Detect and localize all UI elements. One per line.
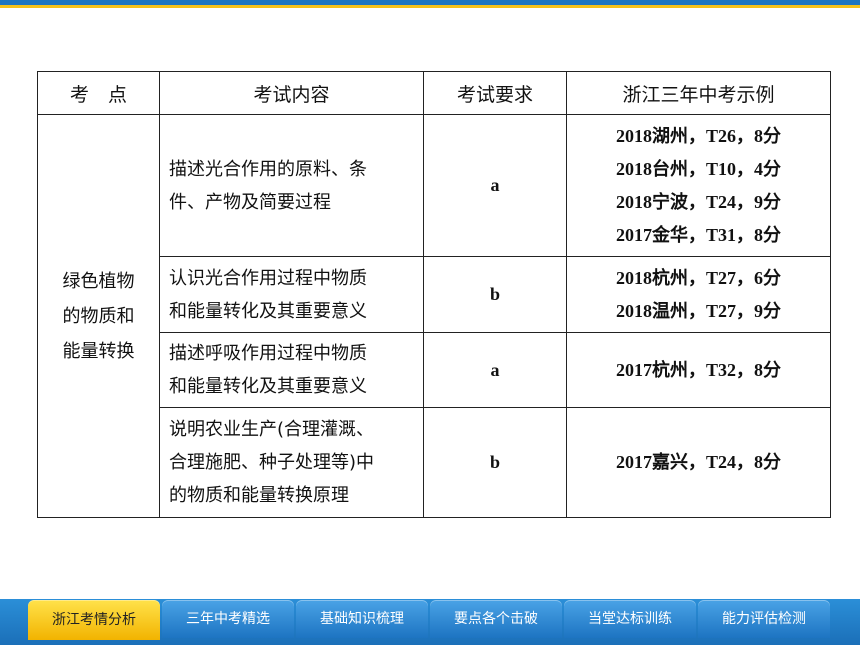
top-accent-bar <box>0 0 860 8</box>
content-line: 的物质和能量转换原理 <box>169 485 349 506</box>
tab-key-points[interactable]: 要点各个击破 <box>430 600 562 638</box>
requirement-cell: b <box>423 407 567 518</box>
example-line: 2017金华，T31，8分 <box>615 224 781 245</box>
content-line: 说明农业生产(合理灌溉、 <box>169 419 375 440</box>
examples-cell: 2018杭州，T27，6分 2018温州，T27，9分 <box>566 256 831 333</box>
content-cell: 描述光合作用的原料、条 件、产物及简要过程 <box>159 114 424 257</box>
examples-cell: 2018湖州，T26，8分 2018台州，T10，4分 2018宁波，T24，9… <box>566 114 831 257</box>
content-line: 描述呼吸作用过程中物质 <box>169 343 367 364</box>
tab-zhejiang-analysis[interactable]: 浙江考情分析 <box>28 600 160 640</box>
tab-basic-knowledge[interactable]: 基础知识梳理 <box>296 600 428 638</box>
header-topic: 考 点 <box>37 71 160 115</box>
example-line: 2018杭州，T27，6分 <box>615 267 781 288</box>
examples-cell: 2017杭州，T32，8分 <box>566 332 831 408</box>
requirement-cell: b <box>423 256 567 333</box>
requirement-cell: a <box>423 332 567 408</box>
content-line: 件、产物及简要过程 <box>169 191 331 213</box>
example-line: 2017杭州，T32，8分 <box>615 359 781 380</box>
content-line: 描述光合作用的原料、条 <box>169 158 367 180</box>
category-line: 能量转换 <box>62 340 135 362</box>
example-line: 2017嘉兴，T24，8分 <box>615 452 781 472</box>
header-requirement: 考试要求 <box>423 71 567 115</box>
tab-ability-assessment[interactable]: 能力评估检测 <box>698 600 830 638</box>
content-line: 和能量转化及其重要意义 <box>169 300 367 322</box>
exam-points-table: 考 点 考试内容 考试要求 浙江三年中考示例 绿色植物 的物质和 能量转换 描述… <box>37 71 831 518</box>
content-cell: 认识光合作用过程中物质 和能量转化及其重要意义 <box>159 256 424 333</box>
content-cell: 描述呼吸作用过程中物质 和能量转化及其重要意义 <box>159 332 424 408</box>
example-line: 2018台州，T10，4分 <box>615 158 781 179</box>
table-row: 绿色植物 的物质和 能量转换 描述光合作用的原料、条 件、产物及简要过程 a 2… <box>37 114 831 518</box>
content-line: 和能量转化及其重要意义 <box>169 376 367 397</box>
example-line: 2018宁波，T24，9分 <box>615 191 781 212</box>
bottom-nav-tabs: 浙江考情分析 三年中考精选 基础知识梳理 要点各个击破 当堂达标训练 能力评估检… <box>28 600 832 640</box>
category-line: 的物质和 <box>62 305 135 327</box>
tab-class-practice[interactable]: 当堂达标训练 <box>564 600 696 638</box>
requirement-cell: a <box>423 114 567 257</box>
category-line: 绿色植物 <box>62 270 135 292</box>
content-cell: 说明农业生产(合理灌溉、 合理施肥、种子处理等)中 的物质和能量转换原理 <box>159 407 424 518</box>
content-line: 认识光合作用过程中物质 <box>169 267 367 289</box>
example-line: 2018湖州，T26，8分 <box>615 125 781 146</box>
header-examples: 浙江三年中考示例 <box>566 71 831 115</box>
examples-cell: 2017嘉兴，T24，8分 <box>566 407 831 518</box>
example-line: 2018温州，T27，9分 <box>615 300 781 321</box>
tab-three-year-selection[interactable]: 三年中考精选 <box>162 600 294 638</box>
content-line: 合理施肥、种子处理等)中 <box>169 452 375 473</box>
header-content: 考试内容 <box>159 71 424 115</box>
table-header-row: 考 点 考试内容 考试要求 浙江三年中考示例 <box>37 71 831 115</box>
top-accent-stripe <box>0 5 860 8</box>
category-cell: 绿色植物 的物质和 能量转换 <box>37 114 160 518</box>
